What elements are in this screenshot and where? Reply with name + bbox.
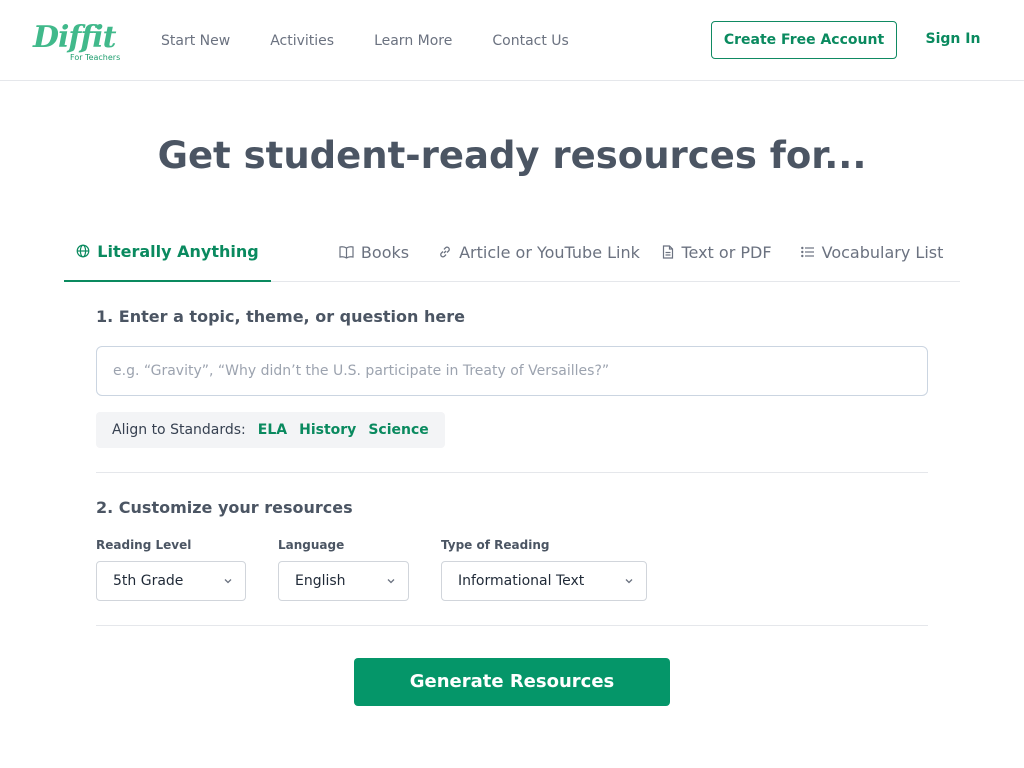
step2-title: 2. Customize your resources bbox=[96, 498, 353, 517]
tab-label: Article or YouTube Link bbox=[459, 242, 640, 262]
tab-label: Text or PDF bbox=[681, 242, 772, 262]
sign-in-link[interactable]: Sign In bbox=[917, 21, 989, 57]
nav-activities[interactable]: Activities bbox=[270, 32, 334, 50]
reading-level-label: Reading Level bbox=[96, 538, 192, 552]
standard-history-link[interactable]: History bbox=[299, 422, 356, 438]
list-icon bbox=[800, 246, 814, 258]
standard-science-link[interactable]: Science bbox=[368, 422, 428, 438]
chevron-down-icon bbox=[224, 579, 232, 584]
section-divider bbox=[96, 625, 928, 626]
standards-label: Align to Standards: bbox=[112, 422, 246, 438]
standard-ela-link[interactable]: ELA bbox=[258, 422, 287, 438]
source-type-tabs: Literally Anything Books Article or YouT… bbox=[64, 222, 960, 282]
top-navbar: Diffit For Teachers Start New Activities… bbox=[0, 0, 1024, 81]
nav-start-new[interactable]: Start New bbox=[161, 32, 230, 50]
chevron-down-icon bbox=[625, 579, 633, 584]
nav-contact-us[interactable]: Contact Us bbox=[492, 32, 568, 50]
main-nav: Start New Activities Learn More Contact … bbox=[161, 32, 609, 50]
reading-type-value: Informational Text bbox=[458, 573, 585, 589]
globe-icon bbox=[76, 244, 90, 258]
topic-input[interactable] bbox=[96, 346, 928, 396]
reading-type-select[interactable]: Informational Text bbox=[441, 561, 647, 601]
reading-level-value: 5th Grade bbox=[113, 573, 184, 589]
book-icon bbox=[339, 246, 354, 259]
language-label: Language bbox=[278, 538, 345, 552]
reading-type-label: Type of Reading bbox=[441, 538, 550, 552]
link-icon bbox=[440, 246, 450, 258]
logo-tagline: For Teachers bbox=[70, 53, 121, 62]
tab-vocabulary-list[interactable]: Vocabulary List bbox=[792, 222, 952, 282]
language-select[interactable]: English bbox=[278, 561, 409, 601]
tab-label: Vocabulary List bbox=[821, 242, 944, 262]
reading-level-select[interactable]: 5th Grade bbox=[96, 561, 246, 601]
section-divider bbox=[96, 472, 928, 473]
generate-resources-button[interactable]: Generate Resources bbox=[354, 658, 670, 706]
diffit-logo[interactable]: Diffit For Teachers bbox=[33, 20, 123, 66]
page-title: Get student-ready resources for... bbox=[157, 134, 867, 177]
align-to-standards-bar: Align to Standards: ELA History Science bbox=[96, 412, 445, 448]
tab-label: Literally Anything bbox=[97, 241, 259, 261]
tab-text-or-pdf[interactable]: Text or PDF bbox=[637, 222, 797, 282]
create-free-account-button[interactable]: Create Free Account bbox=[711, 21, 897, 59]
tab-label: Books bbox=[360, 242, 410, 262]
nav-learn-more[interactable]: Learn More bbox=[374, 32, 452, 50]
step1-title: 1. Enter a topic, theme, or question her… bbox=[96, 307, 465, 326]
chevron-down-icon bbox=[387, 579, 395, 584]
tab-literally-anything[interactable]: Literally Anything bbox=[64, 222, 271, 282]
tab-article-or-youtube-link[interactable]: Article or YouTube Link bbox=[407, 222, 671, 282]
logo-wordmark: Diffit bbox=[33, 20, 116, 55]
language-value: English bbox=[295, 573, 346, 589]
document-icon bbox=[663, 245, 674, 259]
